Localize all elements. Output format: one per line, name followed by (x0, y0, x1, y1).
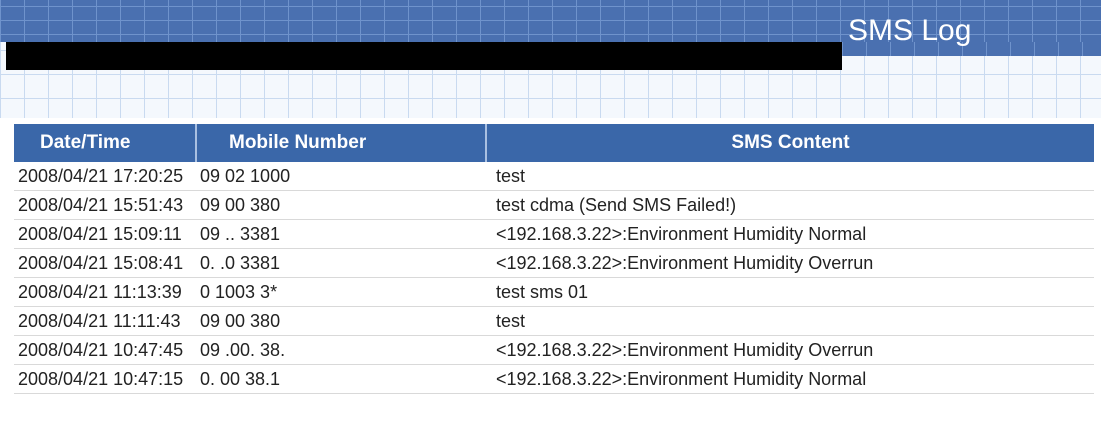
mobile-number-cell: 0. 00 38.1 (196, 364, 486, 394)
table-row[interactable]: 2008/04/21 15:51:43 09 00 380 test cdma … (14, 190, 1094, 220)
table-row[interactable]: 2008/04/21 11:13:39 0 1003 3* test sms 0… (14, 277, 1094, 307)
datetime-cell: 2008/04/21 15:09:11 (14, 219, 196, 249)
datetime-cell: 2008/04/21 10:47:15 (14, 364, 196, 394)
datetime-cell: 2008/04/21 17:20:25 (14, 162, 196, 191)
banner-black-bar (6, 42, 842, 70)
mobile-number-cell: 09 .. 3381 (196, 219, 486, 249)
table-row[interactable]: 2008/04/21 15:09:11 09 .. 3381 <192.168.… (14, 219, 1094, 249)
datetime-cell: 2008/04/21 15:08:41 (14, 248, 196, 278)
page-title: SMS Log (848, 14, 972, 47)
column-header-sms-content[interactable]: SMS Content (486, 124, 1094, 162)
sms-content-cell: <192.168.3.22>:Environment Humidity Norm… (486, 364, 1094, 394)
table-row[interactable]: 2008/04/21 15:08:41 0. .0 3381 <192.168.… (14, 248, 1094, 278)
sms-content-cell: test (486, 162, 1094, 191)
sms-content-cell: <192.168.3.22>:Environment Humidity Over… (486, 248, 1094, 278)
mobile-number-cell: 09 02 1000 (196, 162, 486, 191)
mobile-number-cell: 0 1003 3* (196, 277, 486, 307)
sms-content-cell: test cdma (Send SMS Failed!) (486, 190, 1094, 220)
sms-log-table: Date/Time Mobile Number SMS Content 2008… (14, 124, 1094, 394)
mobile-number-cell: 0. .0 3381 (196, 248, 486, 278)
table-row[interactable]: 2008/04/21 10:47:15 0. 00 38.1 <192.168.… (14, 364, 1094, 394)
table-header-row: Date/Time Mobile Number SMS Content (14, 124, 1094, 162)
sms-content-cell: <192.168.3.22>:Environment Humidity Over… (486, 335, 1094, 365)
table-row[interactable]: 2008/04/21 11:11:43 09 00 380 test (14, 306, 1094, 336)
column-header-mobile-number[interactable]: Mobile Number (196, 124, 487, 162)
table-row[interactable]: 2008/04/21 10:47:45 09 .00. 38. <192.168… (14, 335, 1094, 365)
mobile-number-cell: 09 00 380 (196, 306, 486, 336)
mobile-number-cell: 09 .00. 38. (196, 335, 486, 365)
sms-content-cell: <192.168.3.22>:Environment Humidity Norm… (486, 219, 1094, 249)
header-banner: SMS Log (0, 0, 1101, 118)
column-header-datetime[interactable]: Date/Time (14, 124, 197, 162)
datetime-cell: 2008/04/21 10:47:45 (14, 335, 196, 365)
datetime-cell: 2008/04/21 11:11:43 (14, 306, 196, 336)
table-row[interactable]: 2008/04/21 17:20:25 09 02 1000 test (14, 162, 1094, 191)
mobile-number-cell: 09 00 380 (196, 190, 486, 220)
sms-content-cell: test (486, 306, 1094, 336)
sms-log-page: SMS Log Date/Time Mobile Number SMS Cont… (0, 0, 1101, 428)
datetime-cell: 2008/04/21 15:51:43 (14, 190, 196, 220)
datetime-cell: 2008/04/21 11:13:39 (14, 277, 196, 307)
sms-content-cell: test sms 01 (486, 277, 1094, 307)
